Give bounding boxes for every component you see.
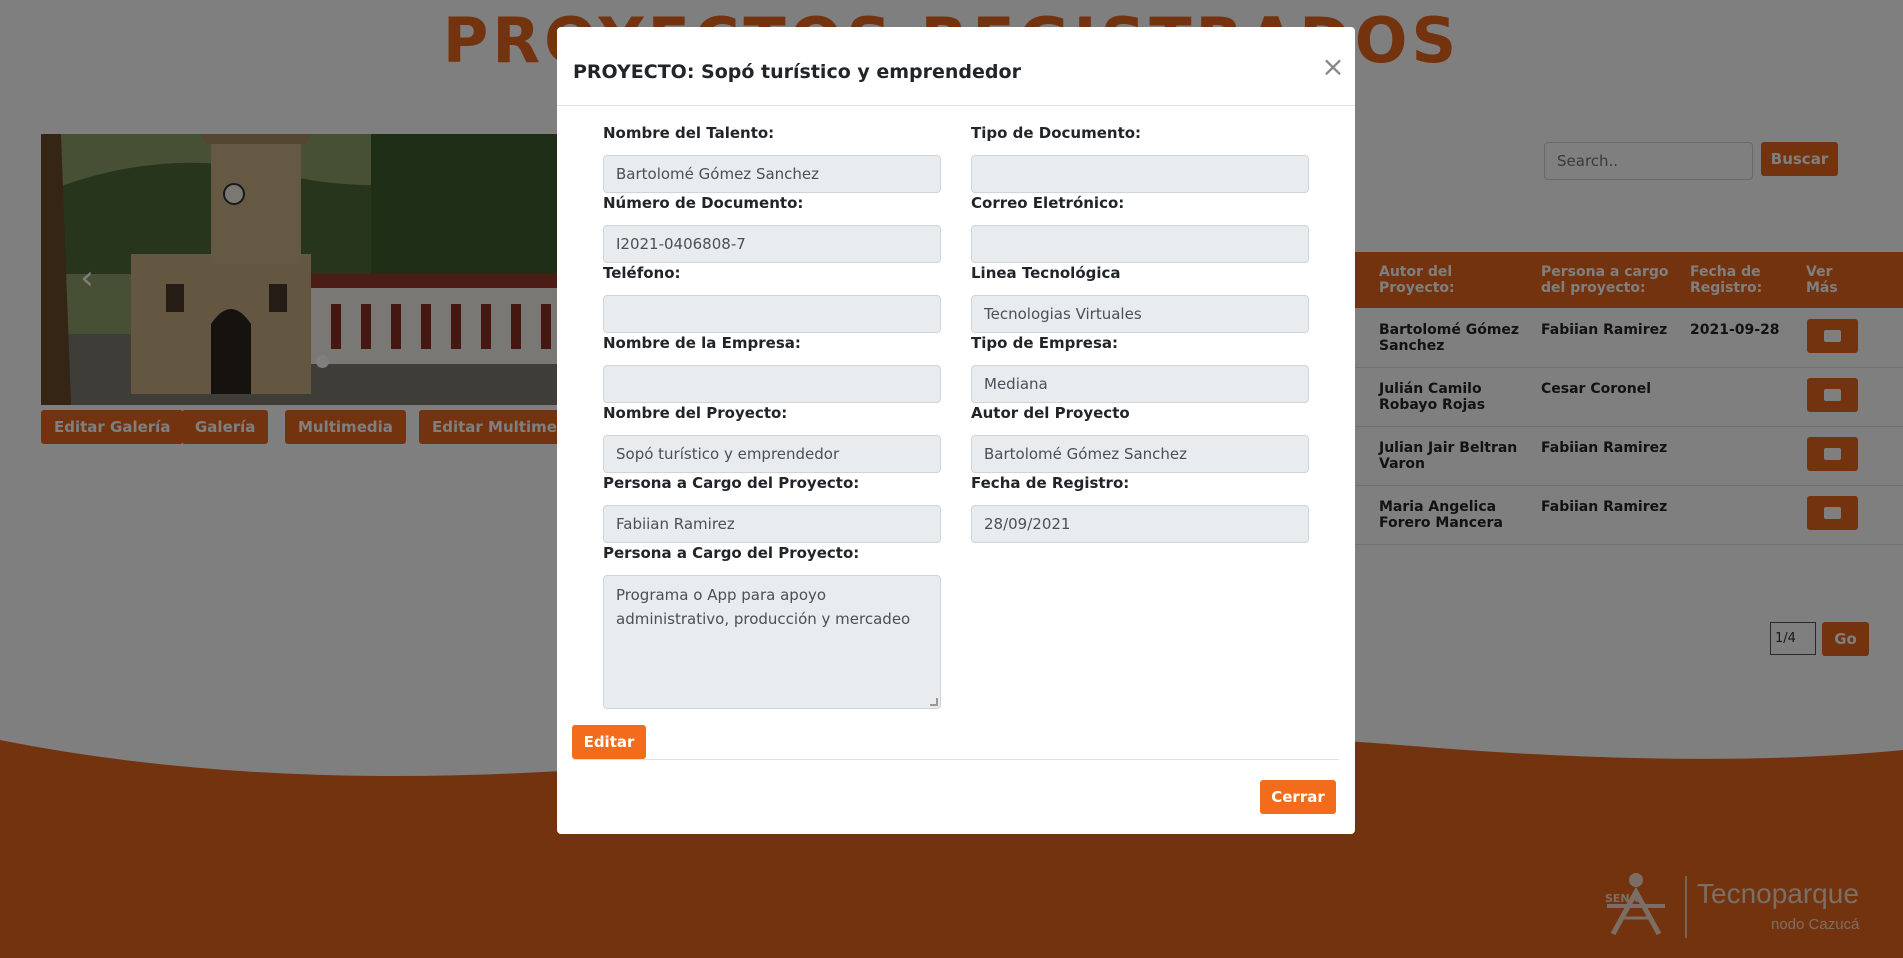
fecha-registro-field[interactable]: 28/09/2021 bbox=[971, 505, 1309, 543]
tipo-empresa-field[interactable]: Mediana bbox=[971, 365, 1309, 403]
talento-label: Nombre del Talento: bbox=[603, 124, 775, 142]
correo-field[interactable] bbox=[971, 225, 1309, 263]
modal-header: PROYECTO: Sopó turístico y emprendedor × bbox=[557, 27, 1355, 106]
numero-documento-label: Número de Documento: bbox=[603, 194, 804, 212]
project-modal: PROYECTO: Sopó turístico y emprendedor ×… bbox=[557, 27, 1355, 834]
talento-field[interactable]: Bartolomé Gómez Sanchez bbox=[603, 155, 941, 193]
descripcion-textarea[interactable]: Programa o App para apoyo administrativo… bbox=[603, 575, 941, 709]
autor-proyecto-label: Autor del Proyecto bbox=[971, 404, 1130, 422]
telefono-field[interactable] bbox=[603, 295, 941, 333]
persona-cargo-label: Persona a Cargo del Proyecto: bbox=[603, 474, 860, 492]
close-icon[interactable]: × bbox=[1320, 53, 1346, 81]
nombre-proyecto-label: Nombre del Proyecto: bbox=[603, 404, 788, 422]
autor-proyecto-field[interactable]: Bartolomé Gómez Sanchez bbox=[971, 435, 1309, 473]
linea-tecnologica-label: Linea Tecnológica bbox=[971, 264, 1121, 282]
linea-tecnologica-field[interactable]: Tecnologias Virtuales bbox=[971, 295, 1309, 333]
modal-title: PROYECTO: Sopó turístico y emprendedor bbox=[573, 61, 1021, 83]
telefono-label: Teléfono: bbox=[603, 264, 681, 282]
descripcion-label: Persona a Cargo del Proyecto: bbox=[603, 544, 860, 562]
tipo-documento-label: Tipo de Documento: bbox=[971, 124, 1142, 142]
empresa-label: Nombre de la Empresa: bbox=[603, 334, 801, 352]
empresa-field[interactable] bbox=[603, 365, 941, 403]
descripcion-text: Programa o App para apoyo administrativo… bbox=[616, 586, 911, 628]
close-button[interactable]: Cerrar bbox=[1260, 780, 1336, 814]
persona-cargo-field[interactable]: Fabiian Ramirez bbox=[603, 505, 941, 543]
numero-documento-field[interactable]: I2021-0406808-7 bbox=[603, 225, 941, 263]
modal-footer-divider bbox=[573, 759, 1339, 760]
nombre-proyecto-field[interactable]: Sopó turístico y emprendedor bbox=[603, 435, 941, 473]
edit-button[interactable]: Editar bbox=[572, 725, 646, 759]
tipo-empresa-label: Tipo de Empresa: bbox=[971, 334, 1119, 352]
fecha-registro-label: Fecha de Registro: bbox=[971, 474, 1130, 492]
correo-label: Correo Eletrónico: bbox=[971, 194, 1125, 212]
resize-handle-icon[interactable] bbox=[930, 698, 938, 706]
tipo-documento-field[interactable] bbox=[971, 155, 1309, 193]
